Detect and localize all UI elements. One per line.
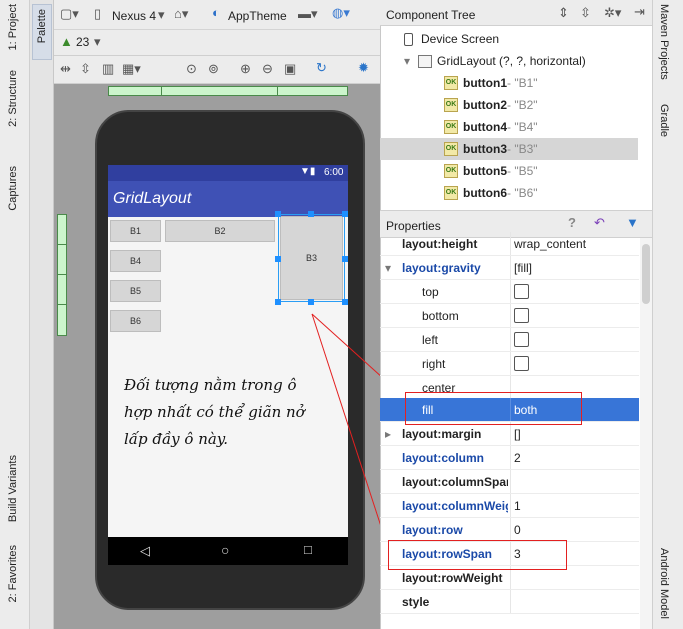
prop-layout-columnspan[interactable]: layout:columnSpan: [380, 470, 639, 494]
help-icon[interactable]: ?: [568, 215, 576, 230]
prop-value: 1: [514, 499, 521, 513]
right-checkbox[interactable]: [514, 356, 529, 371]
prop-layout-gravity[interactable]: ▾ layout:gravity [fill]: [380, 256, 639, 280]
maven-projects-tab[interactable]: Maven Projects: [658, 4, 670, 80]
grid-layout-icon: [418, 54, 432, 68]
filter-icon[interactable]: ▼: [626, 215, 639, 230]
collapse-all-icon[interactable]: ⇳: [580, 5, 591, 21]
prop-layout-row[interactable]: layout:row 0: [380, 518, 639, 542]
tree-device-screen[interactable]: Device Screen: [380, 28, 638, 50]
tree-item-text: - "B6": [507, 186, 538, 200]
prop-value: [fill]: [514, 261, 532, 275]
hide-icon[interactable]: ⇥: [634, 4, 645, 20]
prop-gravity-left[interactable]: left: [380, 328, 639, 352]
prop-layout-height[interactable]: layout:height wrap_content: [380, 232, 639, 256]
chevron-right-icon: ▸: [385, 427, 392, 441]
prop-layout-margin[interactable]: ▸ layout:margin []: [380, 422, 639, 446]
tree-item-id: button1: [463, 76, 507, 90]
prop-name: top: [422, 285, 439, 299]
prop-name: bottom: [422, 309, 459, 323]
button-widget-icon: OK: [444, 120, 458, 134]
prop-layout-column[interactable]: layout:column 2: [380, 446, 639, 470]
prop-name: layout:columnWeig: [402, 499, 508, 513]
prop-name: layout:height: [402, 237, 478, 251]
prop-name: style: [402, 595, 430, 609]
prop-style[interactable]: style: [380, 590, 639, 614]
button-widget-icon: OK: [444, 164, 458, 178]
tree-item-text: - "B4": [507, 120, 538, 134]
tree-item-id: button3: [463, 142, 507, 156]
tree-item-button4[interactable]: OK button4 - "B4": [380, 116, 638, 138]
tree-item-text: - "B3": [507, 142, 538, 156]
prop-gravity-bottom[interactable]: bottom: [380, 304, 639, 328]
undo-icon[interactable]: ↶: [594, 215, 605, 231]
tree-item-id: button2: [463, 98, 507, 112]
prop-name: layout:rowWeight: [402, 571, 503, 585]
tree-item-text: - "B2": [507, 98, 538, 112]
tree-item-button3[interactable]: OK button3 - "B3": [380, 138, 638, 160]
prop-gravity-top[interactable]: top: [380, 280, 639, 304]
button-widget-icon: OK: [444, 76, 458, 90]
prop-name: layout:columnSpan: [402, 475, 508, 489]
prop-name: layout:row: [402, 523, 463, 537]
properties-title: Properties: [386, 219, 441, 233]
prop-name: layout:column: [402, 451, 485, 465]
tree-item-button6[interactable]: OK button6 - "B6": [380, 182, 638, 204]
tree-root-label: Device Screen: [421, 32, 500, 46]
scrollbar-thumb[interactable]: [642, 244, 650, 304]
prop-value: wrap_content: [514, 237, 587, 251]
button-widget-icon: OK: [444, 186, 458, 200]
tree-layout-label: GridLayout (?, ?, horizontal): [437, 54, 586, 68]
tree-item-button2[interactable]: OK button2 - "B2": [380, 94, 638, 116]
fill-highlight-box: [405, 392, 582, 425]
prop-name: right: [422, 357, 446, 371]
button-widget-icon: OK: [444, 142, 458, 156]
top-checkbox[interactable]: [514, 284, 529, 299]
tree-item-button5[interactable]: OK button5 - "B5": [380, 160, 638, 182]
right-tool-strip: Maven Projects Gradle Android Model: [652, 0, 683, 629]
prop-gravity-right[interactable]: right: [380, 352, 639, 376]
gear-icon[interactable]: ✲▾: [604, 5, 621, 21]
gradle-tab[interactable]: Gradle: [658, 104, 670, 137]
tree-item-button1[interactable]: OK button1 - "B1": [380, 72, 638, 94]
tree-item-id: button5: [463, 164, 507, 178]
button-widget-icon: OK: [444, 98, 458, 112]
prop-value: 2: [514, 451, 521, 465]
prop-value: 0: [514, 523, 521, 537]
prop-name: left: [422, 333, 439, 347]
tree-item-text: - "B1": [507, 76, 538, 90]
android-model-tab[interactable]: Android Model: [658, 548, 670, 619]
tree-item-id: button4: [463, 120, 507, 134]
prop-name: layout:margin: [402, 427, 482, 441]
left-checkbox[interactable]: [514, 332, 529, 347]
rowspan-highlight-box: [388, 540, 567, 570]
prop-value: []: [514, 427, 521, 441]
device-icon: [404, 32, 413, 46]
chevron-down-icon: ▾: [404, 54, 411, 68]
expand-all-icon[interactable]: ⇕: [558, 5, 569, 21]
tree-item-id: button6: [463, 186, 507, 200]
prop-name: layout:gravity: [402, 261, 481, 275]
tree-item-text: - "B5": [507, 164, 538, 178]
component-tree-title: Component Tree: [386, 8, 476, 22]
prop-layout-columnweight[interactable]: layout:columnWeig 1: [380, 494, 639, 518]
bottom-checkbox[interactable]: [514, 308, 529, 323]
tree-gridlayout[interactable]: ▾ GridLayout (?, ?, horizontal): [380, 50, 638, 72]
component-tree-header: Component Tree ⇕ ⇳ ✲▾ ⇥: [380, 0, 652, 26]
chevron-down-icon: ▾: [385, 261, 392, 275]
